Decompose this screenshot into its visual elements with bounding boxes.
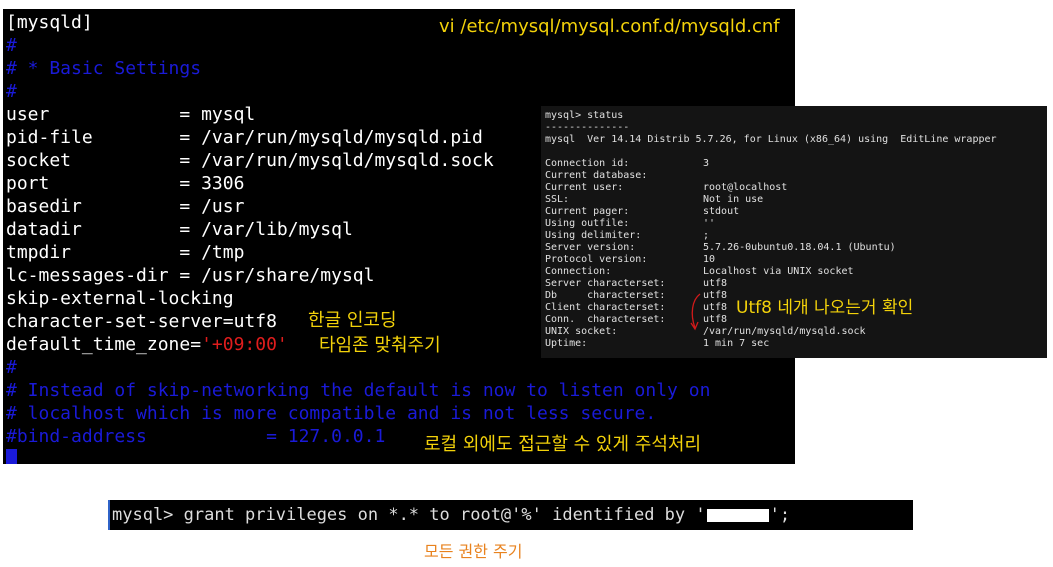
- status-row: Using delimiter:;: [545, 230, 709, 242]
- config-line-port: port = 3306: [6, 173, 245, 194]
- status-row: Protocol version: 10: [545, 254, 715, 266]
- status-value: 3: [703, 158, 710, 169]
- status-key: UNIX socket:: [545, 326, 618, 337]
- grant-command-prefix: mysql> grant privileges on *.* to root@'…: [112, 505, 706, 525]
- status-row: Using outfile: '': [545, 218, 715, 230]
- status-row: Current database:: [545, 170, 647, 182]
- grant-command-suffix: ';: [769, 505, 791, 525]
- status-value: utf8: [703, 314, 728, 325]
- status-row: Current user: root@localhost: [545, 182, 787, 194]
- status-key: Server characterset:: [545, 278, 666, 289]
- config-comment-networking-2: # localhost which is more compatible and…: [6, 403, 657, 424]
- status-row: Conn. characterset: utf8: [545, 314, 727, 326]
- bind-address-annotation: 로컬 외에도 접근할 수 있게 주석처리: [424, 434, 702, 455]
- grant-command-terminal[interactable]: mysql> grant privileges on *.* to root@'…: [108, 500, 913, 530]
- status-row: SSL: Not in use: [545, 194, 763, 206]
- config-comment: #: [6, 35, 17, 56]
- config-line-tmpdir: tmpdir = /tmp: [6, 242, 245, 263]
- config-comment-networking-1: # Instead of skip-networking the default…: [6, 380, 711, 401]
- config-line-bind-address: #bind-address = 127.0.0.1: [6, 426, 386, 447]
- config-section-header: [mysqld]: [6, 12, 93, 33]
- config-line-user: user = mysql: [6, 104, 256, 125]
- status-value: 10: [703, 254, 716, 265]
- redacted-password: [706, 508, 769, 522]
- timezone-key: default_time_zone=: [6, 334, 202, 355]
- status-value: 5.7.26-0ubuntu0.18.04.1 (Ubuntu): [703, 242, 896, 253]
- grant-caption: 모든 권한 주기: [424, 542, 523, 561]
- config-line-socket: socket = /var/run/mysqld/mysqld.sock: [6, 150, 494, 171]
- utf8-check-annotation: Utf8 네개 나오는거 확인: [736, 298, 914, 318]
- timezone-annotation: 타임존 맞춰주기: [319, 335, 441, 356]
- status-row: Client characterset: utf8: [545, 302, 727, 314]
- status-value: 1 min 7 sec: [703, 338, 770, 349]
- config-comment: #: [6, 81, 17, 102]
- status-prompt: mysql> status: [545, 110, 624, 121]
- status-key: Connection:: [545, 266, 612, 277]
- status-key: SSL:: [545, 194, 570, 205]
- config-line-pid-file: pid-file = /var/run/mysqld/mysqld.pid: [6, 127, 483, 148]
- status-value: utf8: [703, 290, 728, 301]
- status-value: /var/run/mysqld/mysqld.sock: [703, 326, 866, 337]
- status-key: Server version:: [545, 242, 636, 253]
- status-key: Using delimiter:: [545, 230, 642, 241]
- config-line-default-time-zone: default_time_zone='+09:00': [6, 333, 288, 356]
- config-line-character-set-server: character-set-server=utf8: [6, 311, 277, 332]
- status-key: Db characterset:: [545, 290, 666, 301]
- file-path-annotation: vi /etc/mysql/mysql.conf.d/mysqld.cnf: [439, 16, 780, 37]
- config-line-datadir: datadir = /var/lib/mysql: [6, 219, 353, 240]
- status-row: Uptime: 1 min 7 sec: [545, 338, 769, 350]
- config-line-skip-external-locking: skip-external-locking: [6, 288, 234, 309]
- timezone-value: '+09:00': [201, 334, 288, 355]
- status-version-line: mysql Ver 14.14 Distrib 5.7.26, for Linu…: [545, 134, 997, 145]
- status-key: Connection id:: [545, 158, 630, 169]
- status-value: Localhost via UNIX socket: [703, 266, 854, 277]
- status-key: Using outfile:: [545, 218, 630, 229]
- config-comment: #: [6, 357, 17, 378]
- status-key: Uptime:: [545, 338, 588, 349]
- status-divider: --------------: [545, 122, 630, 133]
- status-value: ;: [703, 230, 710, 241]
- status-row: Server version: 5.7.26-0ubuntu0.18.04.1 (…: [545, 242, 896, 254]
- status-row: Current pager: stdout: [545, 206, 739, 218]
- status-value: root@localhost: [703, 182, 788, 193]
- status-row: Db characterset: utf8: [545, 290, 727, 302]
- config-comment-basic-settings: # * Basic Settings: [6, 58, 202, 79]
- grant-command-line: mysql> grant privileges on *.* to root@'…: [112, 503, 790, 527]
- vi-cursor: [6, 449, 17, 464]
- status-key: Conn. characterset:: [545, 314, 666, 325]
- config-line-basedir: basedir = /usr: [6, 196, 245, 217]
- config-line-lc-messages-dir: lc-messages-dir = /usr/share/mysql: [6, 265, 375, 286]
- status-value: '': [703, 218, 716, 229]
- status-row: Connection id: 3: [545, 158, 709, 170]
- status-value: stdout: [703, 206, 740, 217]
- status-key: Protocol version:: [545, 254, 648, 265]
- status-value: Not in use: [703, 194, 764, 205]
- status-value: utf8: [703, 302, 728, 313]
- status-row: UNIX socket: /var/run/mysqld/mysqld.sock: [545, 326, 866, 338]
- status-key: Current user:: [545, 182, 624, 193]
- status-row: Connection: Localhost via UNIX socket: [545, 266, 854, 278]
- status-key: Current database:: [545, 170, 648, 181]
- status-key: Current pager:: [545, 206, 630, 217]
- status-row: Server characterset: utf8: [545, 278, 727, 290]
- status-value: utf8: [703, 278, 728, 289]
- red-arrow-icon: [690, 293, 701, 331]
- status-key: Client characterset:: [545, 302, 666, 313]
- encoding-annotation: 한글 인코딩: [308, 310, 397, 331]
- mysql-status-terminal[interactable]: mysql> status -------------- mysql Ver 1…: [541, 106, 1047, 358]
